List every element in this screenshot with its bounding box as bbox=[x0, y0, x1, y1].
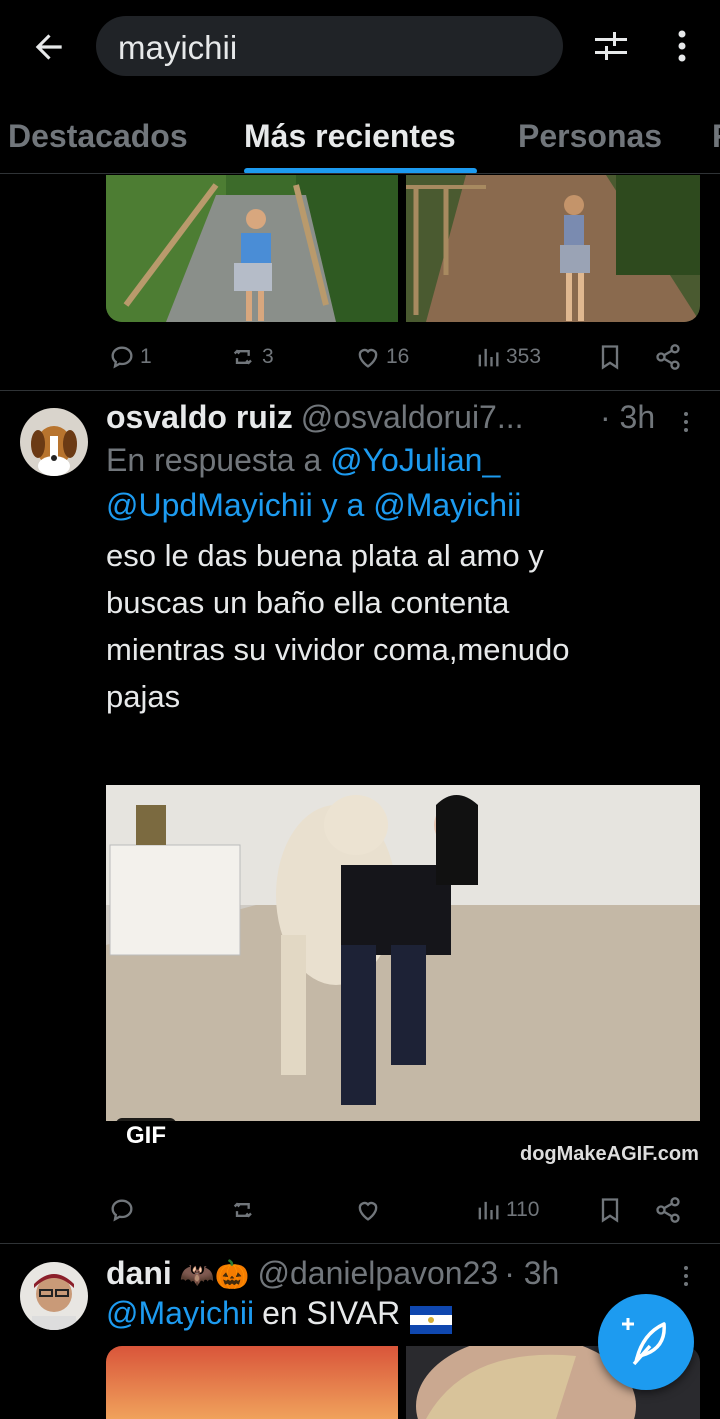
mention-link[interactable]: @UpdMayichii bbox=[106, 487, 313, 523]
reply-and-text[interactable]: y a bbox=[322, 487, 365, 523]
compose-tweet-button[interactable] bbox=[598, 1294, 694, 1390]
views-button[interactable]: 110 bbox=[474, 1192, 539, 1228]
bookmark-button[interactable] bbox=[596, 1192, 624, 1228]
search-input[interactable]: mayichii bbox=[96, 16, 563, 76]
user-handle[interactable]: @danielpavon23 bbox=[258, 1255, 499, 1292]
tweet-image[interactable] bbox=[106, 175, 398, 322]
tweet-more-icon[interactable] bbox=[680, 1262, 692, 1290]
reply-count: 1 bbox=[140, 345, 152, 368]
tweet-divider bbox=[0, 1243, 720, 1244]
tab-destacados[interactable]: Destacados bbox=[8, 118, 188, 155]
heart-icon bbox=[358, 348, 378, 368]
views-chart-icon bbox=[478, 348, 499, 367]
mention-link[interactable]: @Mayichii bbox=[106, 1290, 254, 1337]
gif-badge: GIF bbox=[116, 1118, 176, 1153]
retweet-count: 3 bbox=[262, 345, 274, 368]
search-query-text: mayichii bbox=[118, 29, 238, 66]
bookmark-icon bbox=[601, 345, 619, 370]
retweet-button[interactable] bbox=[230, 1192, 262, 1228]
search-filter-icon[interactable] bbox=[593, 28, 629, 64]
tweet-text-line: eso le das buena plata al amo y bbox=[106, 538, 544, 573]
gif-watermark: dogMakeAGIF.com bbox=[520, 1143, 699, 1165]
views-button[interactable]: 353 bbox=[474, 339, 541, 375]
tweet-image[interactable] bbox=[406, 175, 700, 322]
tweet-time: · 3h bbox=[504, 1255, 560, 1291]
display-name[interactable]: osvaldo ruiz bbox=[106, 399, 293, 436]
share-button[interactable] bbox=[654, 339, 682, 375]
mention-link[interactable]: @Mayichii bbox=[373, 487, 521, 523]
retweet-icon bbox=[233, 349, 252, 365]
bookmark-icon bbox=[601, 1198, 619, 1223]
active-tab-indicator bbox=[244, 168, 477, 173]
tab-fotos[interactable]: F bbox=[712, 118, 720, 155]
bookmark-button[interactable] bbox=[596, 339, 624, 375]
tweet-header: osvaldo ruiz @osvaldorui7... bbox=[106, 399, 524, 436]
reply-prefix: En respuesta a bbox=[106, 442, 322, 478]
reply-icon bbox=[111, 1199, 133, 1222]
retweet-icon bbox=[233, 1202, 252, 1218]
like-button[interactable] bbox=[354, 1192, 386, 1228]
views-count: 110 bbox=[506, 1198, 540, 1221]
user-handle[interactable]: @osvaldorui7... bbox=[301, 399, 524, 436]
tweet-gif[interactable] bbox=[106, 785, 700, 1121]
heart-icon bbox=[358, 1201, 378, 1221]
reply-context-line2: @UpdMayichii y a @Mayichii bbox=[106, 482, 521, 529]
tweet-text-line: pajas bbox=[106, 679, 181, 714]
tweet-text: eso le das buena plata al amo y buscas u… bbox=[106, 532, 569, 720]
tweet-text: @Mayichii en SIVAR bbox=[106, 1290, 453, 1337]
mention-link[interactable]: @YoJulian_ bbox=[330, 442, 500, 478]
search-tabs: Destacados Más recientes Personas F bbox=[0, 100, 720, 174]
tweet-text-body: en SIVAR bbox=[262, 1295, 401, 1331]
tweet-more-icon[interactable] bbox=[680, 408, 692, 436]
tab-personas[interactable]: Personas bbox=[518, 118, 662, 155]
views-count: 353 bbox=[506, 345, 542, 368]
tweet-time: · 3h bbox=[600, 399, 656, 435]
avatar[interactable] bbox=[20, 1262, 88, 1330]
more-options-icon[interactable] bbox=[671, 28, 693, 64]
reply-button[interactable]: 1 bbox=[108, 339, 152, 375]
display-name[interactable]: dani bbox=[106, 1255, 172, 1292]
like-button[interactable]: 16 bbox=[354, 339, 409, 375]
reply-context: En respuesta a @YoJulian_ bbox=[106, 437, 500, 484]
compose-feather-icon bbox=[622, 1318, 666, 1366]
share-icon bbox=[656, 344, 680, 370]
tab-mas-recientes[interactable]: Más recientes bbox=[244, 118, 456, 155]
gif-badge-label: GIF bbox=[116, 1118, 176, 1153]
avatar[interactable] bbox=[20, 408, 88, 476]
reply-button[interactable] bbox=[108, 1192, 140, 1228]
tweet-image[interactable] bbox=[106, 1346, 398, 1419]
tweet-text-line: buscas un baño ella contenta bbox=[106, 585, 510, 620]
views-chart-icon bbox=[478, 1201, 499, 1220]
retweet-button[interactable]: 3 bbox=[230, 339, 274, 375]
tweet-text-line: mientras su vividor coma,menudo bbox=[106, 632, 570, 667]
like-count: 16 bbox=[386, 345, 410, 368]
el-salvador-flag-icon bbox=[410, 1300, 453, 1334]
tweet-divider bbox=[0, 390, 720, 391]
name-emoji: 🦇🎃 bbox=[179, 1259, 250, 1290]
share-button[interactable] bbox=[654, 1192, 682, 1228]
reply-icon bbox=[111, 346, 133, 369]
back-arrow-icon[interactable] bbox=[30, 28, 68, 66]
share-icon bbox=[656, 1197, 680, 1223]
tweet-header: dani 🦇🎃 @danielpavon23 · 3h bbox=[106, 1255, 559, 1292]
